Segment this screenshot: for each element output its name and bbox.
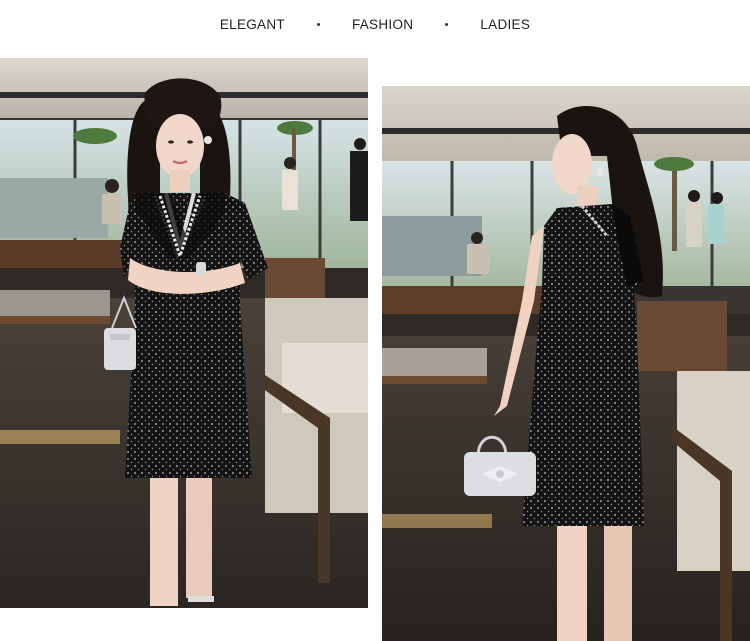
tagline: ELEGANT FASHION LADIES xyxy=(0,15,750,33)
tag-ladies: LADIES xyxy=(480,16,531,32)
model-front-photo xyxy=(0,58,368,608)
product-page: ELEGANT FASHION LADIES xyxy=(0,0,750,641)
tag-fashion: FASHION xyxy=(351,16,414,32)
model-side-illustration xyxy=(382,86,750,641)
tag-elegant: ELEGANT xyxy=(219,16,285,32)
model-front-illustration xyxy=(0,58,368,608)
separator-dot xyxy=(316,22,320,26)
model-side-photo xyxy=(382,86,750,641)
separator-dot xyxy=(445,22,449,26)
